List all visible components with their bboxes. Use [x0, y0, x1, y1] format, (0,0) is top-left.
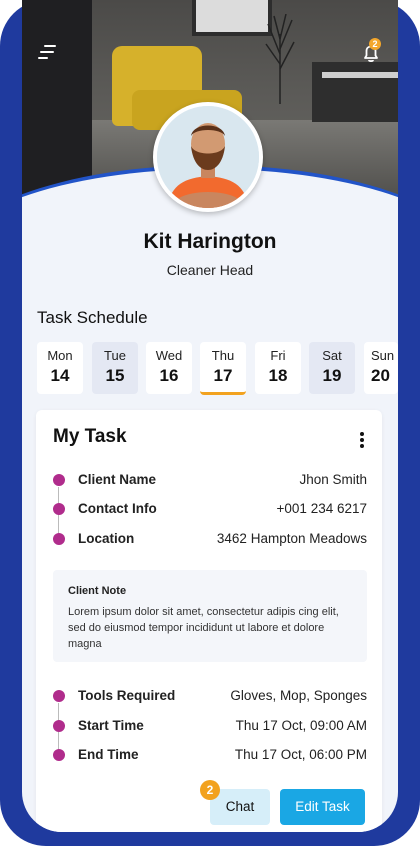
client-name-row: Client Name Jhon Smith: [53, 471, 367, 489]
profile-name: Kit Harington: [143, 230, 277, 253]
contact-info-value[interactable]: +001 234 6217: [277, 501, 367, 516]
timeline-dot: [53, 503, 65, 515]
day-item-selected[interactable]: Thu 17: [200, 342, 246, 395]
day-name: Sun: [371, 348, 395, 363]
task-card-title: My Task: [53, 426, 127, 447]
end-time-row: End Time Thu 17 Oct, 06:00 PM: [53, 746, 367, 764]
timeline-dot: [53, 474, 65, 486]
location-label: Location: [78, 531, 135, 546]
edit-task-button[interactable]: Edit Task: [280, 789, 365, 825]
day-date: 20: [371, 366, 390, 385]
day-item[interactable]: Sun 20: [364, 342, 398, 394]
task-card: My Task Client Name Jhon Smith Contact I…: [36, 410, 382, 832]
day-item[interactable]: Fri 18: [255, 342, 301, 394]
avatar: [153, 102, 263, 212]
chat-button[interactable]: Chat: [210, 789, 270, 825]
tools-required-value: Gloves, Mop, Sponges: [230, 688, 367, 703]
timeline-dot: [53, 533, 65, 545]
contact-info-row: Contact Info +001 234 6217: [53, 500, 367, 518]
profile-role: Cleaner Head: [166, 262, 254, 278]
start-time-value: Thu 17 Oct, 09:00 AM: [235, 718, 367, 733]
location-value: 3462 Hampton Meadows: [216, 531, 367, 546]
notification-badge: 2: [369, 38, 381, 50]
day-date: 14: [50, 366, 70, 385]
timeline-dot: [53, 720, 65, 732]
timeline-dot: [53, 690, 65, 702]
day-selector: Mon 14 Tue 15 Wed 16 Thu 17 Fri 18 Sat 1…: [37, 342, 398, 395]
client-name-label: Client Name: [78, 472, 157, 487]
chat-badge: 2: [200, 780, 220, 800]
menu-icon[interactable]: [38, 42, 62, 62]
task-schedule-title: Task Schedule: [37, 308, 148, 327]
tools-required-row: Tools Required Gloves, Mop, Sponges: [53, 687, 367, 705]
tools-required-label: Tools Required: [78, 688, 176, 703]
timeline-dot: [53, 749, 65, 761]
day-date: 17: [213, 366, 233, 385]
day-name: Mon: [47, 348, 73, 363]
day-item[interactable]: Sat 19: [309, 342, 355, 394]
more-options-icon[interactable]: [360, 432, 366, 448]
phone-side-button: [414, 120, 420, 210]
client-name-value: Jhon Smith: [299, 472, 367, 487]
phone-side-button: [0, 120, 6, 210]
day-item[interactable]: Wed 16: [146, 342, 192, 394]
start-time-label: Start Time: [78, 718, 144, 733]
day-date: 15: [105, 366, 125, 385]
day-name: Sat: [322, 348, 342, 363]
day-name: Thu: [211, 348, 235, 363]
location-row: Location 3462 Hampton Meadows: [53, 530, 367, 548]
day-item[interactable]: Mon 14: [37, 342, 83, 394]
start-time-row: Start Time Thu 17 Oct, 09:00 AM: [53, 717, 367, 735]
day-name: Fri: [270, 348, 286, 363]
day-date: 16: [159, 366, 179, 385]
day-date: 19: [322, 366, 342, 385]
end-time-label: End Time: [78, 747, 139, 762]
app-screen: 2 Kit Harington Cleaner Head Task Schedu…: [22, 0, 398, 832]
day-name: Tue: [104, 348, 126, 363]
day-item[interactable]: Tue 15: [92, 342, 138, 394]
client-note-title: Client Note: [68, 585, 127, 597]
day-date: 18: [268, 366, 288, 385]
end-time-value: Thu 17 Oct, 06:00 PM: [234, 747, 367, 762]
client-note-text: Lorem ipsum dolor sit amet, consectetur …: [68, 606, 339, 650]
day-name: Wed: [155, 348, 183, 363]
contact-info-label: Contact Info: [78, 501, 157, 516]
client-note: Client Note Lorem ipsum dolor sit amet, …: [53, 570, 367, 662]
